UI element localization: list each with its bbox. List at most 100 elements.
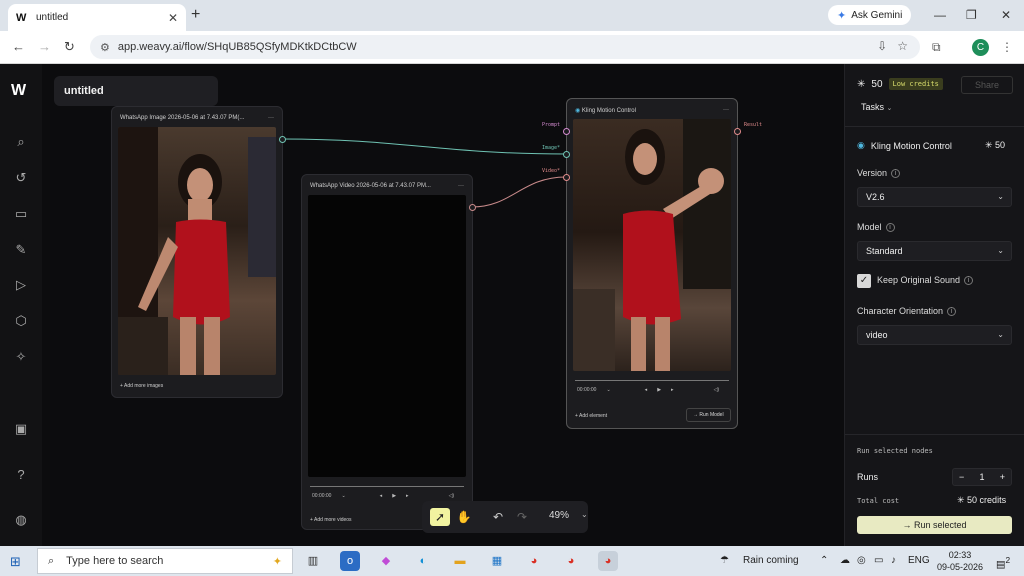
redo-icon[interactable]: ↷ — [512, 508, 532, 526]
keep-sound-checkbox[interactable]: ✓ — [857, 274, 871, 288]
bookmark-star-icon[interactable]: ☆ — [897, 39, 908, 53]
decrement-icon[interactable]: − — [959, 472, 964, 482]
increment-icon[interactable]: + — [1000, 472, 1005, 482]
model-info-icon: i — [885, 223, 895, 232]
copilot-icon[interactable]: ◆ — [376, 551, 396, 571]
image-node[interactable]: WhatsApp Image 2026-05-06 at 7.43.07 PM(… — [111, 106, 283, 398]
result-volume-icon[interactable]: ◁) — [714, 387, 720, 393]
sparkle-icon[interactable]: ✧ — [13, 349, 29, 365]
add-more-videos[interactable]: + Add more videos — [310, 517, 352, 523]
volume-icon[interactable]: ♪ — [891, 555, 896, 566]
version-select[interactable]: V2.6 ⌄ — [857, 187, 1012, 207]
result-speed-caret-icon[interactable]: ⌄ — [606, 387, 610, 393]
kling-node-menu-icon[interactable]: ··· — [723, 107, 729, 114]
tasks-dropdown[interactable]: Tasks ⌄ — [861, 102, 892, 112]
image-input-port[interactable] — [563, 151, 570, 158]
result-next-icon[interactable]: ▸ — [671, 387, 674, 393]
result-output-port[interactable] — [734, 128, 741, 135]
select-cursor-icon[interactable]: ➚ — [430, 508, 450, 526]
new-tab-button[interactable]: + — [191, 6, 200, 24]
image-node-menu-icon[interactable]: ··· — [268, 115, 274, 121]
browser-menu-icon[interactable]: ⋮ — [1001, 40, 1013, 54]
result-progress-bar[interactable] — [575, 380, 729, 381]
video-progress-bar[interactable] — [310, 486, 464, 487]
task-view-icon[interactable]: ▥ — [303, 551, 323, 571]
weavy-logo[interactable]: W — [11, 82, 26, 100]
runs-stepper[interactable]: − 1 + — [952, 468, 1012, 486]
pan-hand-icon[interactable]: ✋ — [454, 508, 474, 526]
video-output-port[interactable] — [469, 204, 476, 211]
network-icon[interactable]: ◎ — [857, 555, 866, 566]
model-label: Model i — [857, 222, 895, 232]
video-port-label: Video* — [542, 168, 561, 174]
address-bar[interactable]: ⚙ app.weavy.ai/flow/SHqUB85QSfyMDKtkDCtb… — [90, 35, 920, 59]
search-icon[interactable]: ⌕ — [13, 134, 29, 150]
cube-icon[interactable]: ⬡ — [13, 313, 29, 329]
close-tab-icon[interactable]: ✕ — [168, 11, 178, 25]
taskbar-search-box[interactable]: ⌕ Type here to search ✦ — [37, 548, 293, 574]
maximize-icon[interactable]: ❐ — [966, 8, 977, 22]
close-window-icon[interactable]: ✕ — [1001, 8, 1011, 22]
language-indicator[interactable]: ENG — [908, 555, 930, 566]
run-model-button[interactable]: → Run Model — [686, 408, 731, 422]
store-icon[interactable]: ▦ — [487, 551, 507, 571]
zoom-caret-icon[interactable]: ⌄ — [581, 510, 588, 519]
video-input-port[interactable] — [563, 174, 570, 181]
kling-motion-control-node[interactable]: ◉ Kling Motion Control ··· 00:00:00 ⌄ ◂ … — [566, 98, 738, 429]
prev-icon[interactable]: ◂ — [380, 493, 383, 499]
back-icon[interactable]: ← — [12, 39, 25, 54]
add-element[interactable]: + Add element — [575, 413, 607, 419]
result-prev-icon[interactable]: ◂ — [645, 387, 648, 393]
profile-avatar[interactable]: C — [972, 39, 989, 56]
tray-chevron-icon[interactable]: ⌃ — [820, 555, 828, 566]
file-explorer-icon[interactable]: ▬ — [450, 551, 470, 571]
edge-icon[interactable]: ◐ — [413, 551, 433, 571]
flow-canvas[interactable]: untitled WhatsApp Image 2026-05-06 at 7.… — [42, 64, 844, 546]
orientation-select[interactable]: video ⌄ — [857, 325, 1012, 345]
onedrive-icon[interactable]: ☁ — [840, 555, 850, 566]
clock[interactable]: 02:33 09-05-2026 — [937, 549, 983, 573]
run-selected-button[interactable]: → Run selected — [857, 516, 1012, 534]
site-info-icon[interactable]: ⚙ — [100, 41, 110, 54]
history-icon[interactable]: ↺ — [13, 170, 29, 186]
outlook-icon[interactable]: o — [340, 551, 360, 571]
chrome-active-icon[interactable]: ◕ — [598, 551, 618, 571]
zoom-level[interactable]: 49% — [549, 510, 569, 521]
speed-caret-icon[interactable]: ⌄ — [341, 493, 345, 499]
forward-icon[interactable]: → — [38, 39, 51, 54]
battery-icon[interactable]: ▭ — [874, 555, 883, 566]
video-node-menu-icon[interactable]: ··· — [458, 183, 464, 189]
volume-icon[interactable]: ◁) — [449, 493, 455, 499]
model-select[interactable]: Standard ⌄ — [857, 241, 1012, 261]
briefcase-icon[interactable]: ▭ — [13, 206, 29, 222]
add-more-images[interactable]: + Add more images — [120, 383, 163, 389]
weather-icon[interactable]: ☂ — [720, 555, 729, 566]
image-edit-icon[interactable]: ✎ — [13, 242, 29, 258]
kling-panel-icon: ◉ — [857, 140, 865, 150]
weather-text[interactable]: Rain coming — [743, 555, 799, 566]
keep-sound-info-icon: i — [964, 276, 974, 285]
windows-start-icon[interactable]: ⊞ — [10, 554, 21, 570]
notification-icon[interactable]: ▤2 — [996, 555, 1010, 570]
discord-icon[interactable]: ◍ — [13, 512, 29, 528]
install-app-icon[interactable]: ⇩ — [877, 39, 887, 53]
reload-icon[interactable]: ↻ — [64, 39, 75, 55]
video-node[interactable]: WhatsApp Video 2026-05-06 at 7.43.07 PM.… — [301, 174, 473, 530]
next-icon[interactable]: ▸ — [406, 493, 409, 499]
tab-search-icon[interactable]: ⧉ — [932, 40, 941, 55]
help-icon[interactable]: ? — [13, 467, 29, 483]
ask-gemini-button[interactable]: ✦ Ask Gemini — [828, 5, 912, 25]
image-output-port[interactable] — [279, 136, 286, 143]
undo-icon[interactable]: ↶ — [488, 508, 508, 526]
result-play-icon[interactable]: ▶ — [657, 387, 661, 393]
prompt-input-port[interactable] — [563, 128, 570, 135]
browser-tab[interactable]: W untitled ✕ — [8, 4, 186, 31]
gallery-icon[interactable]: ▣ — [13, 421, 29, 437]
prompt-port-label: Prompt — [542, 122, 561, 128]
play-icon[interactable]: ▶ — [392, 493, 396, 499]
chrome-icon[interactable]: ◕ — [524, 551, 544, 571]
video-icon[interactable]: ▷ — [13, 277, 29, 293]
share-button[interactable]: Share — [961, 76, 1013, 94]
chrome-profile-icon[interactable]: ◕ — [561, 551, 581, 571]
minimize-icon[interactable]: — — [934, 8, 946, 22]
